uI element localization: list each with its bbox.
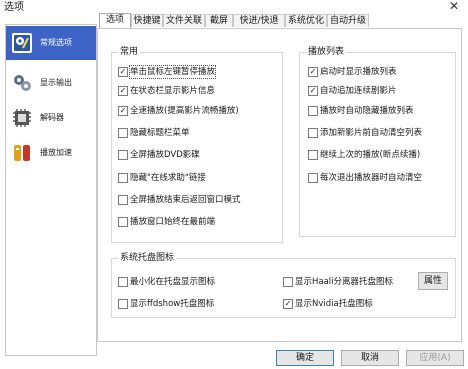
cancel-button[interactable]: 取消 <box>341 350 399 366</box>
decoder-icon <box>11 107 33 129</box>
ok-button[interactable]: 确定 <box>276 350 334 366</box>
checkbox[interactable]: ✓ <box>118 86 128 96</box>
tab-options[interactable]: 选项 <box>99 13 131 28</box>
sidebar-item-decoder[interactable]: 解码器 <box>6 101 96 135</box>
sidebar-item-general[interactable]: 常规选项 <box>6 26 96 60</box>
sidebar-item-acceleration[interactable]: 播放加速 <box>6 136 96 170</box>
tab-system-optimization[interactable]: 系统优化 <box>285 14 327 27</box>
checkbox[interactable] <box>118 173 128 183</box>
checkbox[interactable] <box>118 217 128 227</box>
display-output-icon <box>11 72 33 94</box>
tab-seek[interactable]: 快进/快退 <box>233 14 285 27</box>
checkbox[interactable] <box>283 277 293 287</box>
checkbox[interactable] <box>118 277 128 287</box>
tab-auto-update[interactable]: 自动升级 <box>327 14 369 27</box>
checkbox[interactable] <box>118 150 128 160</box>
checkbox[interactable] <box>308 150 318 160</box>
checkbox[interactable]: ✓ <box>118 106 128 116</box>
group-title-playlist: 播放列表 <box>306 47 347 58</box>
sidebar-item-label: 显示输出 <box>40 78 72 87</box>
group-title-tray: 系统托盘图标 <box>118 253 177 264</box>
checkbox[interactable] <box>118 195 128 205</box>
checkbox[interactable] <box>308 173 318 183</box>
title-bar: 选项 ✕ <box>0 0 468 13</box>
group-title-common: 常用 <box>118 47 141 58</box>
checkbox[interactable] <box>308 128 318 138</box>
tab-shortcuts[interactable]: 快捷键 <box>131 14 163 27</box>
close-button[interactable]: ✕ <box>447 0 461 13</box>
checkbox[interactable] <box>118 128 128 138</box>
playback-acceleration-icon <box>11 142 33 164</box>
tab-screenshot[interactable]: 截屏 <box>205 14 233 27</box>
common-group: 常用 <box>111 47 283 243</box>
checkbox[interactable]: ✓ <box>308 86 318 96</box>
checkbox[interactable] <box>308 106 318 116</box>
apply-button[interactable]: 应用(A) <box>406 350 464 366</box>
sidebar-item-label: 解码器 <box>40 113 64 122</box>
window-title: 选项 <box>4 2 24 13</box>
checkbox[interactable]: ✓ <box>118 67 128 77</box>
playlist-group: 播放列表 <box>299 47 456 237</box>
sidebar-item-display[interactable]: 显示输出 <box>6 66 96 100</box>
sidebar: 常规选项 显示输出 解码器 播放加速 <box>5 24 97 356</box>
properties-button[interactable]: 属性 <box>418 272 448 290</box>
checkbox[interactable]: ✓ <box>283 299 293 309</box>
sidebar-item-label: 常规选项 <box>40 38 72 47</box>
sidebar-item-label: 播放加速 <box>40 148 72 157</box>
checkbox[interactable]: ✓ <box>308 67 318 77</box>
general-settings-icon <box>11 32 33 54</box>
tab-file-association[interactable]: 文件关联 <box>163 14 205 27</box>
checkbox[interactable] <box>118 299 128 309</box>
